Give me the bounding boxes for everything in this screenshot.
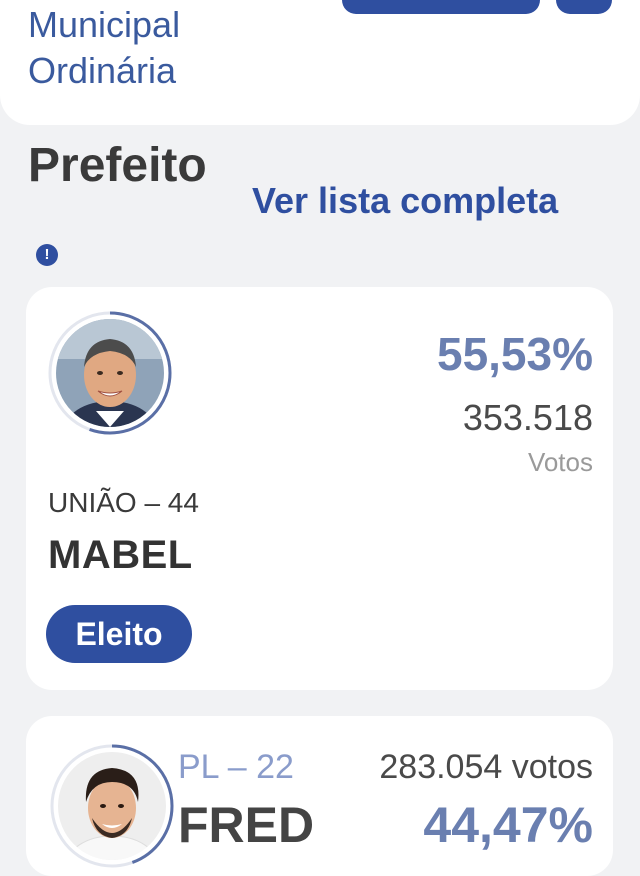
- candidate-avatar-wrap: [46, 309, 174, 437]
- candidate-card[interactable]: PL – 22 283.054 votos FRED 44,47%: [26, 716, 613, 876]
- vote-count: 283.054 votos: [379, 748, 593, 786]
- vote-percentage: 44,47%: [423, 797, 593, 853]
- header-secondary-button[interactable]: [556, 0, 612, 14]
- party-number: UNIÃO – 44: [48, 487, 199, 518]
- vote-count: 353.518: [462, 397, 593, 438]
- candidate-name: MABEL: [48, 533, 193, 577]
- info-icon[interactable]: !: [36, 244, 58, 266]
- candidate-photo-icon: [56, 319, 164, 427]
- header-primary-button[interactable]: [342, 0, 540, 14]
- candidate-name: FRED: [178, 797, 315, 853]
- candidate-card[interactable]: 55,53% 353.518 Votos UNIÃO – 44 MABEL El…: [26, 287, 613, 690]
- election-title-line2: Ordinária: [28, 50, 177, 91]
- vote-count-label: Votos: [527, 447, 593, 477]
- party-number: PL – 22: [178, 748, 294, 786]
- see-full-list-link[interactable]: Ver lista completa: [252, 178, 558, 224]
- election-title-line1: Municipal: [28, 4, 181, 45]
- election-title: Municipal Ordinária: [28, 2, 328, 94]
- vote-percentage: 55,53%: [436, 328, 593, 380]
- section-title: Prefeito: [28, 139, 207, 192]
- avatar: [58, 752, 166, 860]
- election-header-card: Municipal Ordinária: [0, 0, 640, 125]
- avatar: [56, 319, 164, 427]
- candidate-avatar-wrap: [48, 742, 176, 870]
- candidate-photo-icon: [58, 752, 166, 860]
- elected-status-badge: Eleito: [46, 605, 192, 663]
